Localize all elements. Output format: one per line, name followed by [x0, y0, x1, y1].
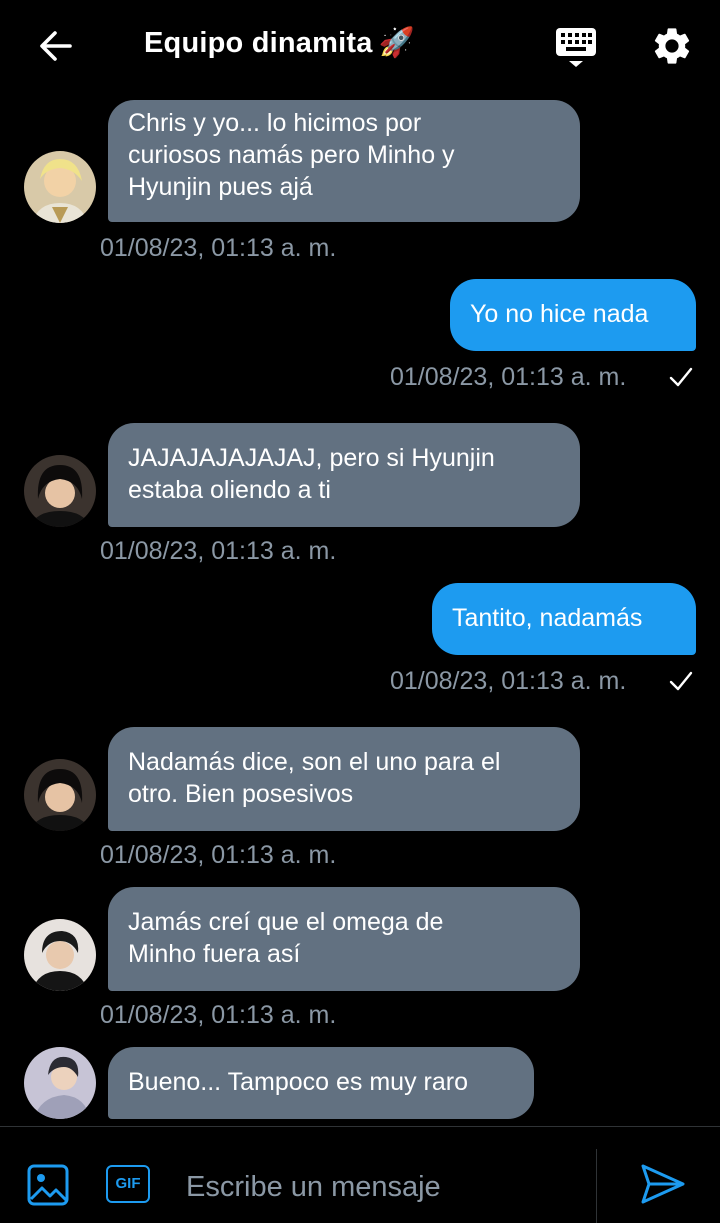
- message-text-line: Bueno... Tampoco es muy raro: [128, 1068, 468, 1096]
- user-photo-icon: [24, 455, 96, 527]
- message-timestamp: 01/08/23, 01:13 a. m.: [390, 667, 627, 695]
- message-bubble[interactable]: Yo no hice nada: [450, 279, 696, 351]
- message-text-line: curiosos namás pero Minho y: [128, 141, 455, 169]
- message-timestamp: 01/08/23, 01:13 a. m.: [390, 363, 627, 391]
- message-text-line: Minho fuera así: [128, 940, 301, 968]
- message-text-line: Chris y yo... lo hicimos por: [128, 109, 422, 137]
- avatar[interactable]: [24, 919, 96, 991]
- message-text-line: Yo no hice nada: [470, 300, 649, 328]
- avatar[interactable]: [24, 759, 96, 831]
- keyboard-button[interactable]: [554, 26, 598, 70]
- message-text-line: Hyunjin pues ajá: [128, 173, 313, 201]
- message-text-line: otro. Bien posesivos: [128, 780, 354, 808]
- image-icon: [27, 1164, 69, 1206]
- message-timestamp: 01/08/23, 01:13 a. m.: [100, 1001, 337, 1029]
- message-bubble[interactable]: JAJAJAJAJAJAJ, pero si Hyunjin estaba ol…: [108, 423, 580, 527]
- back-button[interactable]: [36, 26, 76, 66]
- checkmark-icon: [669, 367, 693, 387]
- message-bubble[interactable]: Jamás creí que el omega de Minho fuera a…: [108, 887, 580, 991]
- arrow-left-icon: [40, 31, 72, 61]
- message-bubble[interactable]: Chris y yo... lo hicimos por curiosos na…: [108, 100, 580, 222]
- message-bubble[interactable]: Nadamás dice, son el uno para el otro. B…: [108, 727, 580, 831]
- user-photo-icon: [24, 919, 96, 991]
- settings-button[interactable]: [650, 24, 694, 68]
- message-text-line: Nadamás dice, son el uno para el: [128, 748, 501, 776]
- message-timestamp: 01/08/23, 01:13 a. m.: [100, 537, 337, 565]
- message-incoming: Bueno... Tampoco es muy raro: [0, 1047, 720, 1126]
- avatar[interactable]: [24, 455, 96, 527]
- message-text-line: Tantito, nadamás: [452, 604, 643, 632]
- message-text-line: JAJAJAJAJAJAJ, pero si Hyunjin: [128, 444, 495, 472]
- message-outgoing: Tantito, nadamás 01/08/23, 01:13 a. m.: [0, 583, 720, 695]
- message-bubble[interactable]: Tantito, nadamás: [432, 583, 696, 655]
- avatar[interactable]: [24, 1047, 96, 1119]
- conversation-title-text: Equipo dinamita: [144, 27, 373, 59]
- message-incoming: Jamás creí que el omega de Minho fuera a…: [0, 887, 720, 1037]
- avatar[interactable]: [24, 151, 96, 223]
- add-image-button[interactable]: [26, 1163, 70, 1207]
- chat-header: Equipo dinamita 🚀: [0, 0, 720, 92]
- message-incoming: Chris y yo... lo hicimos por curiosos na…: [0, 92, 720, 262]
- message-list[interactable]: Chris y yo... lo hicimos por curiosos na…: [0, 92, 720, 1126]
- checkmark-icon: [669, 671, 693, 691]
- message-outgoing: Yo no hice nada 01/08/23, 01:13 a. m.: [0, 279, 720, 391]
- keyboard-icon: [556, 28, 596, 67]
- message-input[interactable]: [184, 1163, 578, 1211]
- message-incoming: Nadamás dice, son el uno para el otro. B…: [0, 727, 720, 877]
- conversation-title: Equipo dinamita 🚀: [144, 26, 415, 60]
- message-timestamp: 01/08/23, 01:13 a. m.: [100, 234, 337, 262]
- message-timestamp: 01/08/23, 01:13 a. m.: [100, 841, 337, 869]
- send-button[interactable]: [640, 1163, 686, 1205]
- user-photo-icon: [24, 759, 96, 831]
- user-photo-icon: [24, 151, 96, 223]
- message-incoming: JAJAJAJAJAJAJ, pero si Hyunjin estaba ol…: [0, 423, 720, 573]
- composer-divider: [596, 1149, 597, 1223]
- gif-button[interactable]: GIF: [106, 1165, 150, 1203]
- rocket-emoji: 🚀: [378, 27, 415, 59]
- send-icon: [641, 1164, 685, 1204]
- user-photo-icon: [24, 1047, 96, 1119]
- gear-icon: [654, 28, 690, 64]
- message-bubble[interactable]: Bueno... Tampoco es muy raro: [108, 1047, 534, 1119]
- message-text-line: estaba oliendo a ti: [128, 476, 331, 504]
- message-text-line: Jamás creí que el omega de: [128, 908, 444, 936]
- message-composer: GIF: [0, 1126, 720, 1223]
